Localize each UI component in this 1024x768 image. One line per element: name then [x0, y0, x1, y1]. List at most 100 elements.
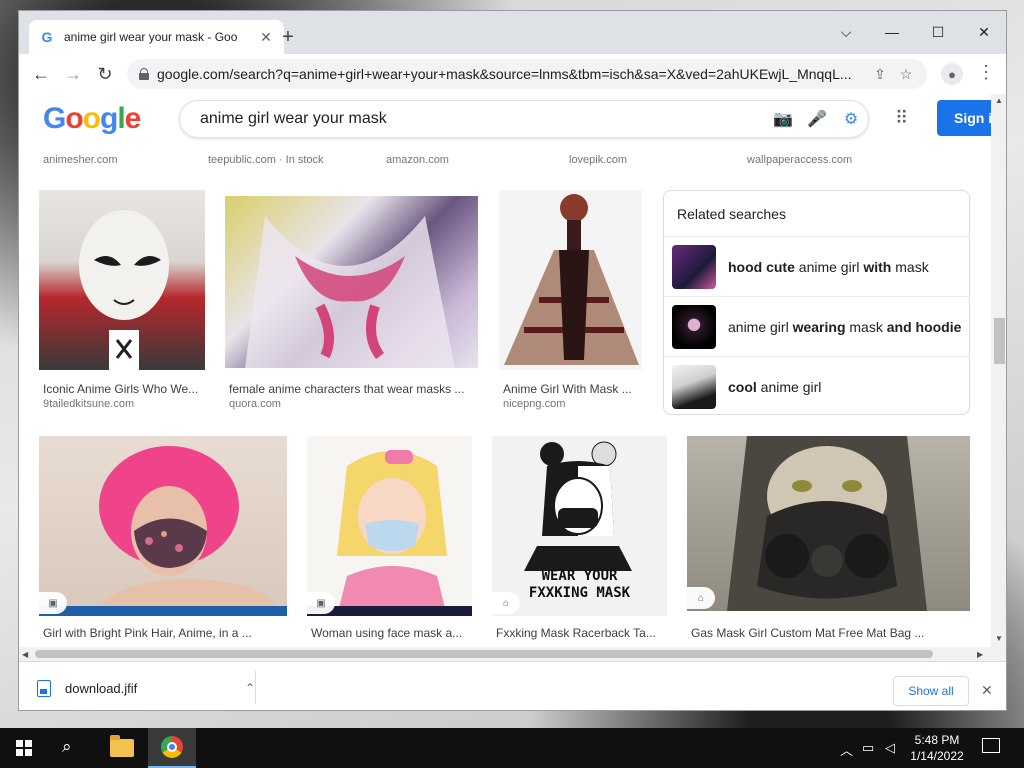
profile-avatar-icon[interactable]: ● — [941, 63, 963, 85]
show-all-button[interactable]: Show all — [893, 676, 969, 706]
browser-menu-icon[interactable]: ⋮ — [977, 62, 995, 83]
result-source[interactable]: 9tailedkitsune.com — [43, 398, 134, 410]
camera-search-icon[interactable]: 📷 — [766, 109, 800, 129]
file-explorer-taskbar-button[interactable] — [98, 728, 146, 768]
result-thumbnail[interactable] — [225, 196, 478, 368]
windows-taskbar: ⌕ ︿ ▭ ◁ 5:48 PM 1/14/2022 — [0, 728, 1024, 768]
image-result[interactable]: Anime Girl With Mask ... nicepng.com — [499, 190, 642, 410]
result-source[interactable]: nicepng.com — [503, 398, 565, 410]
image-badge-icon: ▣ — [39, 592, 67, 614]
share-icon[interactable]: ⇪ — [871, 66, 889, 83]
google-logo[interactable]: Google — [43, 102, 141, 136]
download-file-name[interactable]: download.jfif — [65, 681, 231, 696]
address-bar[interactable]: google.com/search?q=anime+girl+wear+your… — [127, 59, 927, 89]
new-tab-button[interactable]: + — [277, 26, 299, 49]
gas-mask-girl-image — [727, 436, 927, 611]
scroll-up-arrow-icon[interactable]: ▲ — [995, 96, 1003, 105]
result-source[interactable]: quora.com — [229, 398, 281, 410]
download-item[interactable]: download.jfif ⌃ — [37, 672, 255, 704]
tab-search-chevron-icon[interactable]: ⌵ — [823, 17, 869, 47]
image-result[interactable]: ⌂ Gas Mask Girl Custom Mat Free Mat Bag … — [687, 436, 970, 644]
search-input[interactable]: anime girl wear your mask — [200, 110, 766, 128]
minimize-button[interactable]: — — [869, 17, 915, 47]
source-label[interactable]: teepublic.com · In stock — [208, 154, 324, 166]
back-button[interactable]: ← — [29, 62, 53, 86]
tag-icon: ⌂ — [492, 592, 520, 614]
notifications-icon[interactable] — [982, 738, 1000, 753]
chevron-up-icon[interactable]: ⌃ — [245, 681, 255, 695]
related-thumbnail — [672, 304, 716, 349]
horizontal-scrollbar[interactable]: ◀ ▶ — [19, 647, 1006, 661]
browser-toolbar: ← → ↻ google.com/search?q=anime+girl+wea… — [19, 54, 1006, 94]
previous-row-sources: animesher.com teepublic.com · In stock a… — [19, 154, 991, 168]
tab-close-icon[interactable]: ✕ — [258, 29, 274, 46]
search-box[interactable]: anime girl wear your mask 📷 🎤 ⚙ — [179, 100, 869, 138]
related-searches-panel: Related searches hood cute anime girl wi… — [663, 190, 970, 415]
result-thumbnail[interactable] — [499, 190, 642, 370]
image-result[interactable]: Iconic Anime Girls Who We... 9tailedkits… — [39, 190, 205, 410]
taskbar-clock[interactable]: 5:48 PM 1/14/2022 — [902, 732, 972, 764]
related-search-item[interactable]: hood cute anime girl with mask — [664, 236, 969, 296]
image-file-icon — [37, 679, 51, 697]
result-thumbnail[interactable] — [39, 190, 205, 370]
result-title[interactable]: female anime characters that wear masks … — [229, 382, 478, 396]
search-icon[interactable]: ⌕ — [62, 737, 72, 757]
result-title[interactable]: Anime Girl With Mask ... — [503, 382, 642, 396]
show-hidden-icons-chevron-icon[interactable]: ︿ — [840, 740, 853, 759]
clock-date: 1/14/2022 — [910, 749, 964, 763]
masked-anime-character-image — [245, 216, 455, 368]
masked-girl-image — [79, 210, 169, 370]
horizontal-scroll-thumb[interactable] — [35, 650, 933, 658]
sign-in-button[interactable]: Sign i — [937, 100, 991, 136]
scroll-right-arrow-icon[interactable]: ▶ — [977, 650, 983, 659]
result-title[interactable]: Girl with Bright Pink Hair, Anime, in a … — [43, 626, 287, 640]
result-title[interactable]: Woman using face mask a... — [311, 626, 472, 640]
related-search-item[interactable]: cool anime girl — [664, 356, 969, 416]
source-label[interactable]: wallpaperaccess.com — [747, 154, 852, 166]
source-label[interactable]: lovepik.com — [569, 154, 627, 166]
result-title[interactable]: Gas Mask Girl Custom Mat Free Mat Bag ..… — [691, 626, 970, 640]
vertical-scrollbar[interactable]: ▲ ▼ — [991, 94, 1006, 647]
source-label[interactable]: animesher.com — [43, 154, 118, 166]
vertical-scroll-thumb[interactable] — [994, 318, 1005, 364]
microphone-icon[interactable]: 🎤 — [800, 109, 834, 129]
related-search-item[interactable]: anime girl wearing mask and hoodie — [664, 296, 969, 356]
download-shelf: download.jfif ⌃ Show all ✕ — [19, 661, 1006, 710]
url-text[interactable]: google.com/search?q=anime+girl+wear+your… — [157, 66, 863, 82]
google-apps-icon[interactable]: ⠿ — [895, 108, 908, 129]
volume-muted-icon[interactable]: ◁ — [885, 740, 895, 756]
image-result[interactable]: WEAR YOUR FXXKING MASK ⌂ Fxxking Mask Ra… — [492, 436, 667, 644]
result-thumbnail[interactable]: ▣ — [307, 436, 472, 616]
forward-button[interactable]: → — [61, 62, 85, 86]
maximize-button[interactable]: ☐ — [915, 17, 961, 47]
result-thumbnail[interactable]: ⌂ — [687, 436, 970, 611]
windows-start-icon[interactable] — [16, 740, 32, 756]
result-thumbnail[interactable]: ▣ — [39, 436, 287, 616]
clock-time: 5:48 PM — [914, 733, 960, 747]
close-window-button[interactable]: ✕ — [961, 17, 1006, 47]
related-thumbnail — [672, 364, 716, 409]
network-icon[interactable]: ▭ — [862, 740, 874, 756]
chrome-taskbar-button[interactable] — [148, 728, 196, 768]
anime-girl-face-mask-image — [307, 450, 472, 616]
result-title[interactable]: Fxxking Mask Racerback Ta... — [496, 626, 667, 640]
image-result[interactable]: female anime characters that wear masks … — [225, 196, 478, 410]
image-badge-icon: ▣ — [307, 592, 335, 614]
reload-button[interactable]: ↻ — [93, 62, 117, 86]
bookmark-star-icon[interactable]: ☆ — [897, 66, 915, 83]
lock-icon[interactable] — [139, 68, 149, 80]
scroll-down-arrow-icon[interactable]: ▼ — [995, 634, 1003, 643]
image-result[interactable]: ▣ Girl with Bright Pink Hair, Anime, in … — [39, 436, 287, 644]
sticker-slogan-text: WEAR YOUR FXXKING MASK — [528, 568, 631, 601]
search-settings-icon[interactable]: ⚙ — [834, 109, 868, 129]
result-title[interactable]: Iconic Anime Girls Who We... — [43, 382, 205, 396]
close-download-shelf-icon[interactable]: ✕ — [981, 682, 993, 699]
google-header: Google anime girl wear your mask 📷 🎤 ⚙ ⠿… — [19, 94, 991, 146]
scroll-left-arrow-icon[interactable]: ◀ — [22, 650, 28, 659]
tag-icon: ⌂ — [687, 587, 715, 609]
result-thumbnail[interactable]: WEAR YOUR FXXKING MASK ⌂ — [492, 436, 667, 616]
image-result[interactable]: ▣ Woman using face mask a... — [307, 436, 472, 644]
source-label[interactable]: amazon.com — [386, 154, 449, 166]
folder-icon — [110, 735, 134, 757]
tab-active[interactable]: G anime girl wear your mask - Goo ✕ — [29, 20, 284, 54]
